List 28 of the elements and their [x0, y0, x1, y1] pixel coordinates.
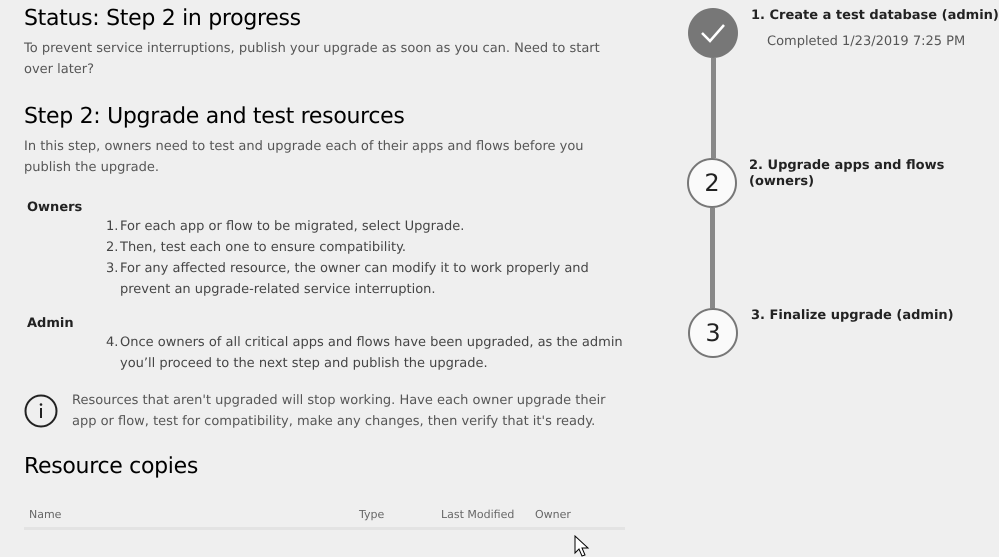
step-heading: Step 2: Upgrade and test resources: [24, 103, 406, 131]
role-label: Owners: [27, 200, 82, 216]
step-description: In this step, owners need to test and upgrade each of their apps and flows before you publish the upgrade.: [24, 138, 585, 177]
role-label: Admin: [27, 316, 74, 332]
list-item-text: Then, test each one to ensure compatibility.: [120, 239, 406, 257]
status-description: To prevent service interruptions, publish your upgrade as soon as you can. Need to start over later?: [24, 40, 601, 79]
step-status: Completed 1/23/2019 7:25 PM: [767, 34, 966, 49]
step-number: 2: [687, 158, 737, 208]
notice-text: Resources that aren't upgraded will stop working. Have each owner upgrade their app or flow, test for compatibility, make any changes, then verify that it's ready.: [72, 392, 607, 431]
column-header[interactable]: Name: [24, 508, 62, 521]
step-title: 1. Create a test database (admin): [751, 8, 999, 24]
resource-heading: Resource copies: [24, 453, 200, 481]
list-item-text: For any affected resource, the owner can modify it to work properly and prevent an upgrade-related service interruption.: [120, 260, 590, 299]
step-number: 3: [688, 308, 738, 358]
column-header[interactable]: Last Modified: [436, 508, 514, 521]
info-icon: [24, 394, 58, 428]
status-heading: Status: Step 2 in progress: [24, 5, 302, 33]
list-item-text: Once owners of all critical apps and flows have been upgraded, as the admin you’ll proceed to the next step and publish the upgrade.: [120, 334, 624, 373]
step-title: 3. Finalize upgrade (admin): [751, 308, 954, 324]
step-title: 2. Upgrade apps and flows (owners): [749, 158, 946, 190]
cursor-icon: [574, 535, 590, 557]
column-header[interactable]: Owner: [530, 508, 571, 521]
list-number: 4.: [106, 334, 120, 352]
list-number: 3.: [106, 260, 120, 278]
list-number: 1.: [106, 218, 120, 236]
column-header[interactable]: Type: [354, 508, 384, 521]
list-item-text: For each app or flow to be migrated, select Upgrade.: [120, 218, 464, 236]
list-number: 2.: [106, 239, 120, 257]
